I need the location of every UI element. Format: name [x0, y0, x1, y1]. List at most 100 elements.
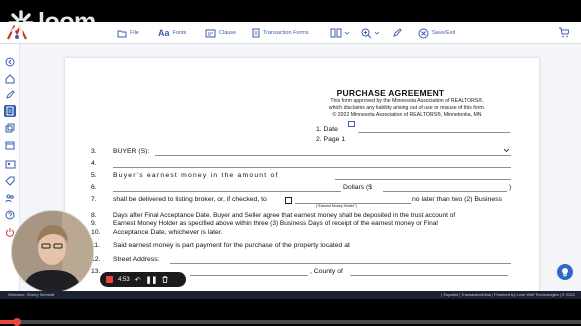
- file-menu-button[interactable]: File: [117, 26, 139, 40]
- loom-burst-icon: [8, 9, 34, 36]
- webcam-bubble[interactable]: [11, 210, 94, 293]
- pause-icon[interactable]: ❚❚: [146, 276, 158, 284]
- book-icon: [330, 28, 342, 38]
- zoom-button[interactable]: [361, 26, 379, 40]
- zoom-in-icon: [361, 28, 372, 38]
- screen-frame: File Aa Fonts Clause Transaction Forms S…: [0, 0, 581, 326]
- deposit-text-2: Earnest Money Holder as specified above …: [113, 220, 438, 227]
- fonts-menu-label: Fonts: [172, 30, 187, 36]
- sidebar-people-button[interactable]: [4, 192, 16, 204]
- property-text: Said earnest money is part payment for t…: [113, 242, 350, 249]
- deposit-text-1: Days after Final Acceptance Date. Buyer …: [113, 212, 456, 219]
- app-footer: Welcome, Sherry Schmidt | Español | Tran…: [0, 291, 581, 299]
- earnest-holder-caption: ("Earnest Money Holder"): [316, 204, 357, 208]
- font-size-icon: Aa: [158, 28, 170, 38]
- buyers-input[interactable]: [155, 155, 511, 156]
- clause-button[interactable]: Clause: [205, 26, 236, 40]
- pen-icon: [393, 28, 402, 37]
- document-icon: [6, 106, 14, 116]
- document-subtitle-1: This form approved by the Minnesota Asso…: [330, 98, 484, 104]
- line-number: 8.: [91, 212, 97, 219]
- cart-icon[interactable]: [558, 27, 569, 38]
- footer-links: | Español | TransactionDesk | Powered by…: [441, 292, 575, 297]
- pages-view-button[interactable]: [330, 26, 349, 40]
- delivered-text: shall be delivered to listing broker, or…: [113, 196, 267, 203]
- dollars-close-paren: ): [509, 184, 512, 191]
- sidebar-copy-button[interactable]: [4, 122, 16, 134]
- county-label: , County of: [310, 268, 343, 275]
- id-card-icon: [5, 160, 15, 168]
- help-chat-button[interactable]: [557, 264, 573, 280]
- clause-icon: [205, 29, 216, 37]
- sidebar-calendar-button[interactable]: [4, 139, 16, 151]
- welcome-text: Welcome, Sherry Schmidt: [8, 292, 55, 297]
- pencil-icon: [6, 90, 15, 99]
- save-exit-button[interactable]: Save/Exit: [418, 26, 455, 40]
- buyers-input-2[interactable]: [113, 167, 511, 168]
- earnest-holder-checkbox[interactable]: [285, 197, 292, 204]
- sidebar-help-button[interactable]: [4, 209, 16, 221]
- dollars-label: Dollars ($: [343, 184, 373, 191]
- line-number: 10.: [91, 229, 101, 236]
- street-address-label: Street Address:: [113, 256, 160, 263]
- pen-tool-button[interactable]: [392, 26, 402, 40]
- sidebar-back-button[interactable]: [4, 56, 16, 68]
- line-number: 9.: [91, 220, 97, 227]
- loom-logo: loom: [8, 8, 96, 37]
- earnest-money-words-input[interactable]: [335, 179, 511, 180]
- deposit-text-3: Acceptance Date, whichever is later.: [113, 229, 223, 236]
- page-label: 2. Page 1: [316, 136, 346, 143]
- home-icon: [5, 74, 15, 84]
- chevron-down-icon: [345, 31, 349, 35]
- line-number: 6.: [91, 184, 97, 191]
- chevron-down-icon[interactable]: [504, 148, 509, 152]
- line-number: 13.: [91, 268, 101, 275]
- street-address-input[interactable]: [170, 263, 511, 264]
- document-title: PURCHASE AGREEMENT: [336, 88, 445, 98]
- loom-wordmark: loom: [38, 8, 96, 36]
- copy-icon: [5, 123, 15, 133]
- buyers-label: BUYER (S):: [113, 148, 150, 155]
- clause-label: Clause: [219, 30, 237, 36]
- video-progress-bar[interactable]: [0, 318, 581, 326]
- fonts-menu-button[interactable]: Aa Fonts: [158, 26, 186, 40]
- presenter-video: [12, 211, 93, 292]
- earnest-amount-words-input[interactable]: [113, 191, 341, 192]
- undo-icon[interactable]: ↶: [135, 276, 141, 284]
- date-input[interactable]: [358, 132, 510, 133]
- sidebar-edit-button[interactable]: [4, 89, 16, 101]
- sidebar-tag-button[interactable]: [4, 175, 16, 187]
- county-input[interactable]: [350, 275, 508, 276]
- sidebar-home-button[interactable]: [4, 73, 16, 85]
- dollars-amount-input[interactable]: [383, 191, 507, 192]
- trash-icon[interactable]: [162, 276, 168, 283]
- transaction-forms-button[interactable]: Transaction Forms: [252, 26, 309, 40]
- lightbulb-icon: [562, 268, 568, 277]
- calendar-icon: [5, 141, 15, 150]
- line-number: 5.: [91, 172, 97, 179]
- calendar-picker-icon[interactable]: [348, 121, 355, 127]
- stop-recording-button[interactable]: [106, 276, 113, 283]
- folder-icon: [117, 30, 127, 37]
- recording-controls: 4:53 ↶ ❚❚: [100, 272, 186, 287]
- recording-timer: 4:53: [118, 276, 130, 283]
- delivery-deadline-text: no later than two (2) Business: [412, 196, 502, 203]
- sidebar-contact-button[interactable]: [4, 158, 16, 170]
- file-menu-label: File: [130, 30, 139, 36]
- line-number: 4.: [91, 160, 97, 167]
- close-circle-icon: [418, 28, 429, 38]
- document-subtitle-3: © 2022 Minnesota Association of REALTORS…: [332, 112, 482, 118]
- tag-icon: [5, 176, 15, 186]
- line-number: 7.: [91, 196, 97, 203]
- sidebar-document-button[interactable]: [4, 105, 16, 117]
- date-label: 1. Date: [316, 126, 338, 133]
- forms-icon: [252, 28, 260, 38]
- question-icon: [5, 210, 15, 220]
- earnest-money-text: Buyer's earnest money in the amount of: [113, 172, 279, 179]
- save-exit-label: Save/Exit: [432, 30, 456, 36]
- city-input[interactable]: [190, 275, 308, 276]
- line-number: 3.: [91, 148, 97, 155]
- document-subtitle-2: which disclaims any liability arising ou…: [328, 105, 486, 111]
- circle-arrow-icon: [5, 57, 15, 67]
- chevron-down-icon: [375, 31, 379, 35]
